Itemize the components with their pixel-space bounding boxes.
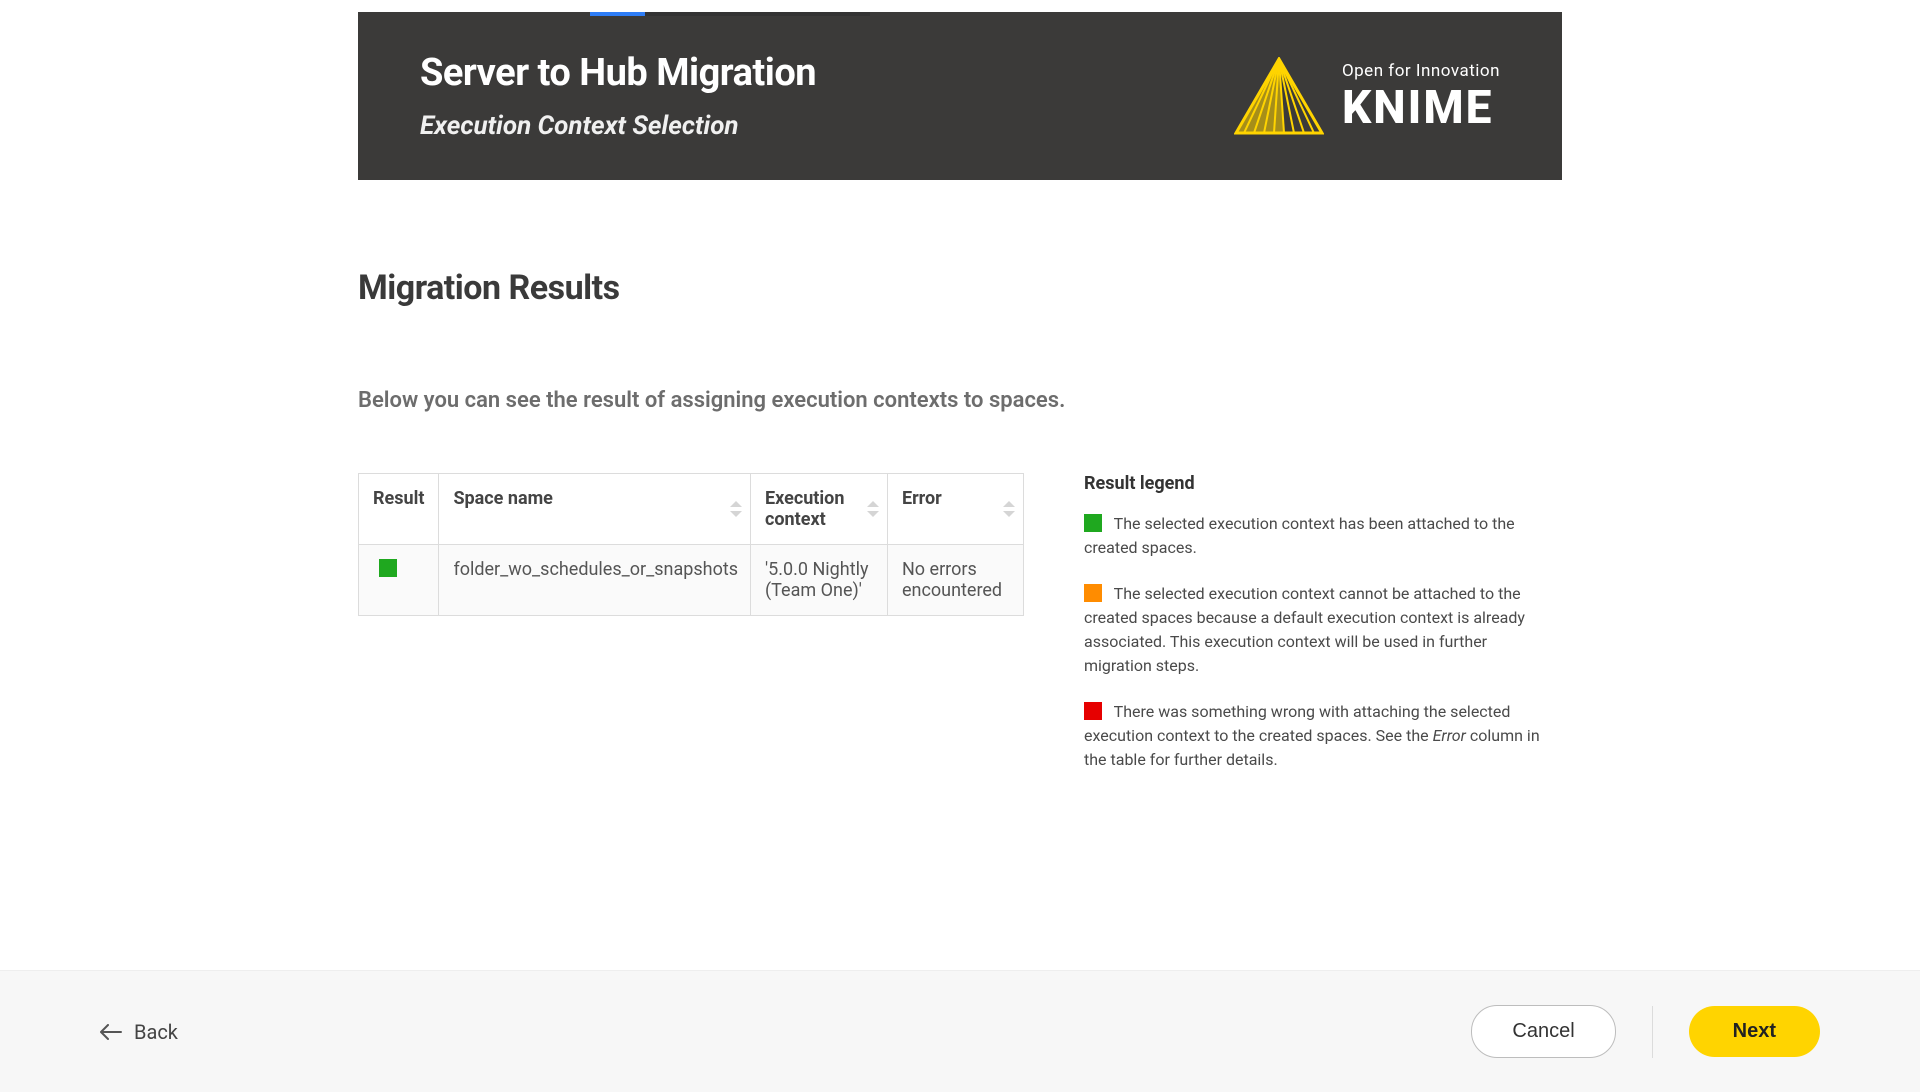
column-header-error[interactable]: Error <box>887 474 1023 545</box>
cell-space-name[interactable]: folder_wo_schedules_or_snapshots <box>439 545 751 616</box>
footer-divider <box>1652 1006 1653 1058</box>
legend-text: The selected execution context has been … <box>1084 514 1515 557</box>
cancel-button[interactable]: Cancel <box>1471 1005 1615 1058</box>
table-header-row: Result Space name Execution context Erro… <box>359 474 1024 545</box>
legend-text-italic: Error <box>1433 726 1466 745</box>
legend-text: The selected execution context cannot be… <box>1084 584 1525 675</box>
section-title: Migration Results <box>358 268 1562 308</box>
wizard-footer: Back Cancel Next <box>0 970 1920 1092</box>
header-subtitle: Execution Context Selection <box>420 111 816 141</box>
column-header-result[interactable]: Result <box>359 474 439 545</box>
legend-title: Result legend <box>1084 473 1544 494</box>
page-header: Server to Hub Migration Execution Contex… <box>358 12 1562 180</box>
legend-swatch-success-icon <box>1084 514 1102 532</box>
column-header-label: Result <box>373 488 424 509</box>
logo-brand: KNIME <box>1342 85 1500 131</box>
status-success-icon <box>379 559 397 577</box>
legend-swatch-warning-icon <box>1084 584 1102 602</box>
brand-logo: Open for Innovation KNIME <box>1234 57 1500 135</box>
legend-item-warning: The selected execution context cannot be… <box>1084 582 1544 678</box>
top-progress-indicator <box>590 12 870 16</box>
sort-icon <box>1003 501 1015 517</box>
legend-item-success: The selected execution context has been … <box>1084 512 1544 560</box>
results-table: Result Space name Execution context Erro… <box>358 473 1024 616</box>
back-label: Back <box>134 1020 178 1044</box>
column-header-label: Error <box>902 488 942 509</box>
cell-error: No errors encountered <box>887 545 1023 616</box>
table-row: folder_wo_schedules_or_snapshots '5.0.0 … <box>359 545 1024 616</box>
result-legend: Result legend The selected execution con… <box>1084 473 1544 794</box>
column-header-label: Execution context <box>765 488 844 530</box>
sort-icon <box>730 501 742 517</box>
column-header-execution-context[interactable]: Execution context <box>751 474 888 545</box>
cell-result <box>359 545 439 616</box>
legend-item-error: There was something wrong with attaching… <box>1084 700 1544 772</box>
column-header-label: Space name <box>453 488 552 509</box>
section-description: Below you can see the result of assignin… <box>358 388 1562 413</box>
legend-swatch-error-icon <box>1084 702 1102 720</box>
back-button[interactable]: Back <box>100 1020 178 1044</box>
cell-execution-context[interactable]: '5.0.0 Nightly (Team One)' <box>751 545 888 616</box>
logo-tagline: Open for Innovation <box>1342 61 1500 81</box>
arrow-left-icon <box>100 1024 122 1040</box>
column-header-space-name[interactable]: Space name <box>439 474 751 545</box>
knime-triangle-icon <box>1234 57 1324 135</box>
next-button[interactable]: Next <box>1689 1006 1820 1057</box>
header-title: Server to Hub Migration <box>420 51 816 95</box>
sort-icon <box>867 501 879 517</box>
